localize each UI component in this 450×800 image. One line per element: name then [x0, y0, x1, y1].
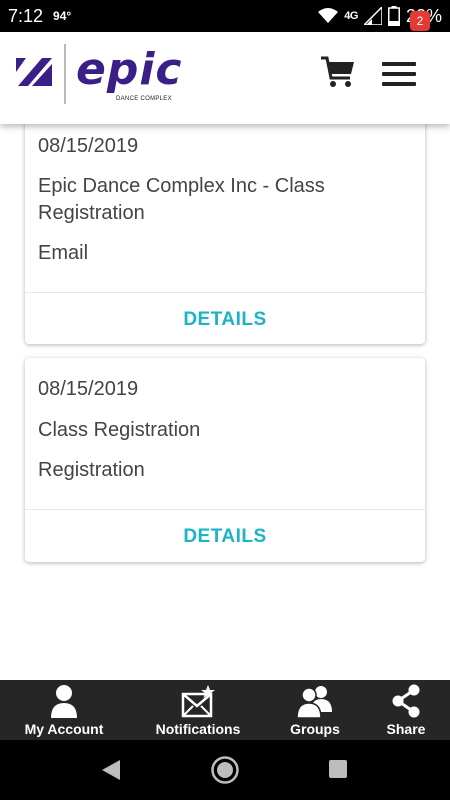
logo-mark-icon	[16, 58, 52, 86]
app-header: epic DANCE COMPLEX	[0, 32, 450, 124]
cart-icon	[321, 56, 354, 87]
notification-card: 08/15/2019 Class Registration Registrati…	[25, 358, 425, 562]
logo-wordmark: epic	[76, 44, 183, 95]
recents-icon[interactable]	[328, 759, 348, 779]
tab-label: My Account	[24, 721, 104, 737]
bottom-tab-bar: My Account Notifications Groups Share	[0, 680, 450, 740]
notification-card: 08/15/2019 Epic Dance Complex Inc - Clas…	[25, 124, 425, 344]
wifi-icon	[318, 8, 339, 23]
card-date: 08/15/2019	[38, 378, 139, 400]
card-divider	[25, 509, 425, 510]
card-type: Email	[38, 242, 89, 264]
system-navigation-bar	[0, 740, 450, 800]
network-type: 4G	[344, 10, 358, 22]
logo-subtext: DANCE COMPLEX	[116, 96, 172, 102]
card-divider	[25, 292, 425, 293]
group-icon	[296, 686, 332, 718]
tab-notifications[interactable]: Notifications	[148, 680, 248, 740]
details-button[interactable]: DETAILS	[25, 309, 425, 331]
card-date: 08/15/2019	[38, 135, 139, 157]
logo-divider	[64, 44, 66, 104]
signal-icon	[363, 7, 382, 25]
card-title: Class Registration	[38, 419, 201, 441]
home-icon[interactable]	[210, 755, 240, 785]
hamburger-menu-icon-bar	[382, 72, 416, 76]
card-title-continued: Registration	[38, 202, 145, 224]
hamburger-menu-icon-bar	[382, 82, 416, 86]
status-time: 7:12	[8, 5, 44, 26]
tab-groups[interactable]: Groups	[275, 680, 355, 740]
card-title: Epic Dance Complex Inc - Class	[38, 175, 325, 197]
tab-my-account[interactable]: My Account	[14, 680, 114, 740]
notifications-list[interactable]: 08/15/2019 Epic Dance Complex Inc - Clas…	[0, 124, 450, 680]
status-temperature: 94°	[53, 9, 72, 23]
card-type: Registration	[38, 459, 145, 481]
envelope-star-icon	[181, 685, 215, 718]
status-bar: 7:12 94° 4G 22%	[0, 0, 450, 32]
share-icon	[392, 684, 420, 718]
hamburger-menu-icon	[382, 62, 416, 66]
user-icon	[51, 685, 77, 718]
details-button[interactable]: DETAILS	[25, 526, 425, 548]
back-icon[interactable]	[100, 758, 122, 782]
cart-button[interactable]	[320, 54, 356, 90]
tab-label: Notifications	[155, 721, 241, 737]
tab-label: Share	[386, 721, 426, 737]
notification-badge: 2	[410, 11, 430, 31]
battery-icon	[387, 6, 400, 26]
tab-share[interactable]: Share	[376, 680, 436, 740]
tab-label: Groups	[290, 721, 340, 737]
menu-button[interactable]	[380, 56, 418, 88]
